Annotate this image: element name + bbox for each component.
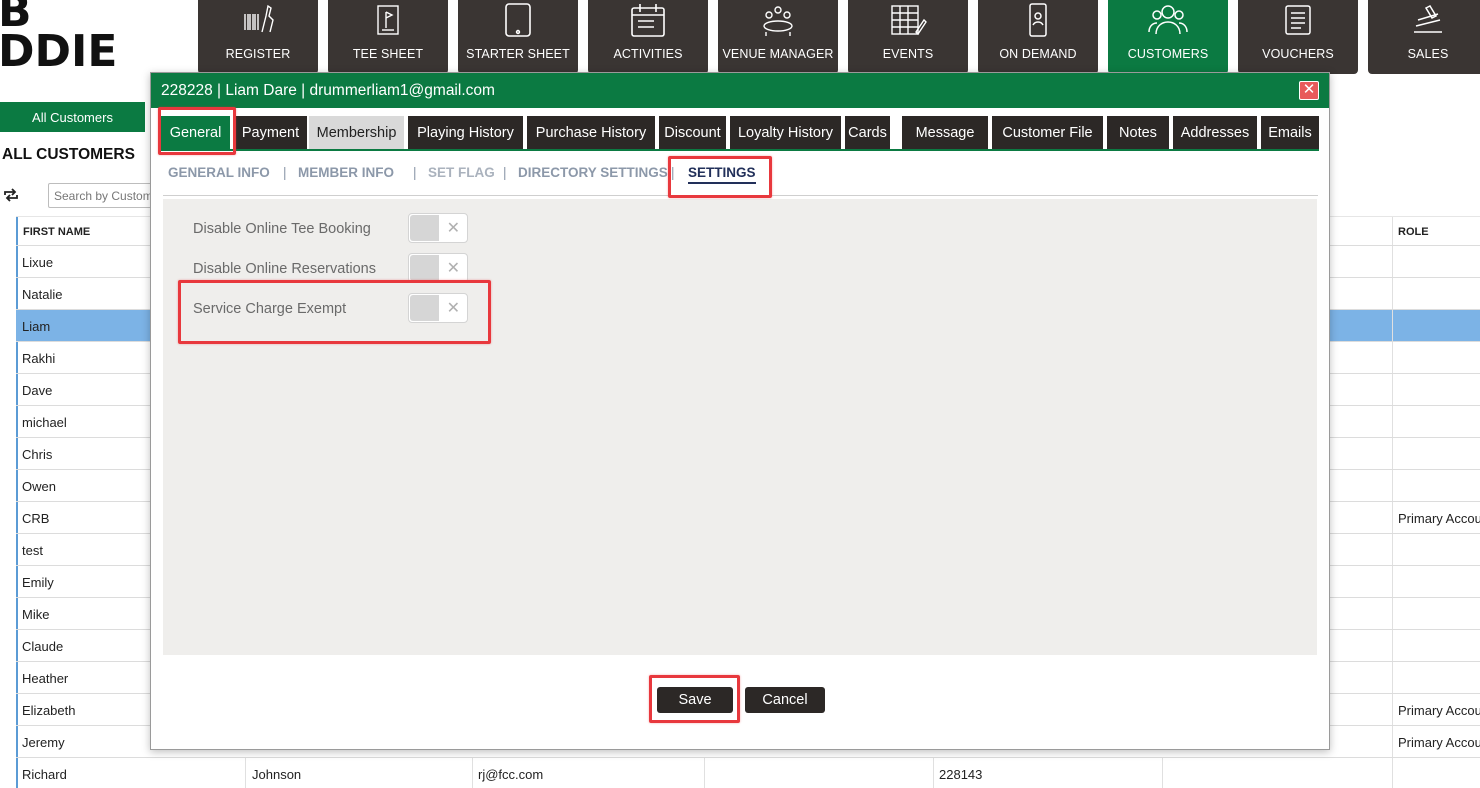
tab-addresses[interactable]: Addresses (1173, 116, 1257, 150)
tablet-icon (498, 2, 538, 38)
top-navigation: B DDIE REGISTER TEE SHEET STARTER SHEET … (0, 0, 1480, 74)
phone-icon (1018, 2, 1058, 38)
venue-icon (758, 2, 798, 38)
x-icon: ✕ (446, 218, 460, 237)
nav-venue-manager[interactable]: VENUE MANAGER (718, 0, 838, 74)
customer-search-input[interactable] (48, 183, 158, 208)
tabs-underline (161, 149, 1319, 151)
nav-activities[interactable]: ACTIVITIES (588, 0, 708, 74)
events-icon (888, 2, 928, 38)
setting-label-reservations: Disable Online Reservations (193, 261, 376, 277)
customer-detail-dialog: 228228 | Liam Dare | drummerliam1@gmail.… (150, 72, 1330, 750)
tab-membership[interactable]: Membership (309, 116, 404, 150)
club-logo: B DDIE (0, 0, 118, 77)
barcode-icon (238, 2, 278, 38)
tab-customer-file[interactable]: Customer File (992, 116, 1103, 150)
setting-label-service-charge: Service Charge Exempt (193, 301, 347, 317)
subnav-divider (163, 195, 1318, 196)
tab-message[interactable]: Message (902, 116, 988, 150)
toggle-disable-online-reservations[interactable]: ✕ (408, 253, 468, 283)
tab-payment[interactable]: Payment (234, 116, 307, 150)
sales-icon (1408, 2, 1448, 38)
tee-sheet-icon (368, 2, 408, 38)
tab-discount[interactable]: Discount (659, 116, 726, 150)
subnav-directory-settings[interactable]: DIRECTORY SETTINGS (518, 165, 668, 180)
x-icon: ✕ (446, 298, 460, 317)
setting-label-tee-booking: Disable Online Tee Booking (193, 221, 371, 237)
close-icon: ✕ (1302, 81, 1316, 98)
tab-cards[interactable]: Cards (845, 116, 890, 150)
tab-playing-history[interactable]: Playing History (408, 116, 523, 150)
tab-notes[interactable]: Notes (1107, 116, 1169, 150)
toggle-disable-online-tee-booking[interactable]: ✕ (408, 213, 468, 243)
toggle-service-charge-exempt[interactable]: ✕ (408, 293, 468, 323)
dialog-title: 228228 | Liam Dare | drummerliam1@gmail.… (161, 81, 495, 99)
subnav-general-info[interactable]: GENERAL INFO (168, 165, 270, 180)
nav-tee-sheet[interactable]: TEE SHEET (328, 0, 448, 74)
subnav-member-info[interactable]: MEMBER INFO (298, 165, 394, 180)
tab-purchase-history[interactable]: Purchase History (527, 116, 655, 150)
col-first-name[interactable]: FIRST NAME (23, 226, 90, 238)
dialog-header: 228228 | Liam Dare | drummerliam1@gmail.… (151, 73, 1329, 108)
cancel-button[interactable]: Cancel (745, 687, 825, 713)
nav-sales[interactable]: SALES (1368, 0, 1480, 74)
page-title: ALL CUSTOMERS (2, 146, 135, 163)
close-button[interactable]: ✕ (1299, 81, 1319, 100)
save-button[interactable]: Save (657, 687, 733, 713)
nav-register[interactable]: REGISTER (198, 0, 318, 74)
x-icon: ✕ (446, 258, 460, 277)
tab-general[interactable]: General (161, 116, 230, 150)
subnav-settings[interactable]: SETTINGS (688, 165, 756, 184)
table-row[interactable]: Richard Johnson rj@fcc.com 228143 (16, 758, 1480, 788)
nav-vouchers[interactable]: VOUCHERS (1238, 0, 1358, 74)
tab-emails[interactable]: Emails (1261, 116, 1319, 150)
settings-panel: Disable Online Tee Booking ✕ Disable Onl… (163, 199, 1317, 655)
col-role[interactable]: ROLE (1398, 226, 1429, 238)
tab-loyalty-history[interactable]: Loyalty History (730, 116, 841, 150)
vouchers-icon (1278, 2, 1318, 38)
customers-icon (1148, 2, 1188, 38)
refresh-icon[interactable] (2, 186, 20, 204)
nav-starter-sheet[interactable]: STARTER SHEET (458, 0, 578, 74)
nav-customers[interactable]: CUSTOMERS (1108, 0, 1228, 74)
nav-on-demand[interactable]: ON DEMAND (978, 0, 1098, 74)
tab-all-customers[interactable]: All Customers (0, 102, 145, 132)
nav-events[interactable]: EVENTS (848, 0, 968, 74)
calendar-icon (628, 2, 668, 38)
subnav-set-flag[interactable]: SET FLAG (428, 165, 495, 180)
